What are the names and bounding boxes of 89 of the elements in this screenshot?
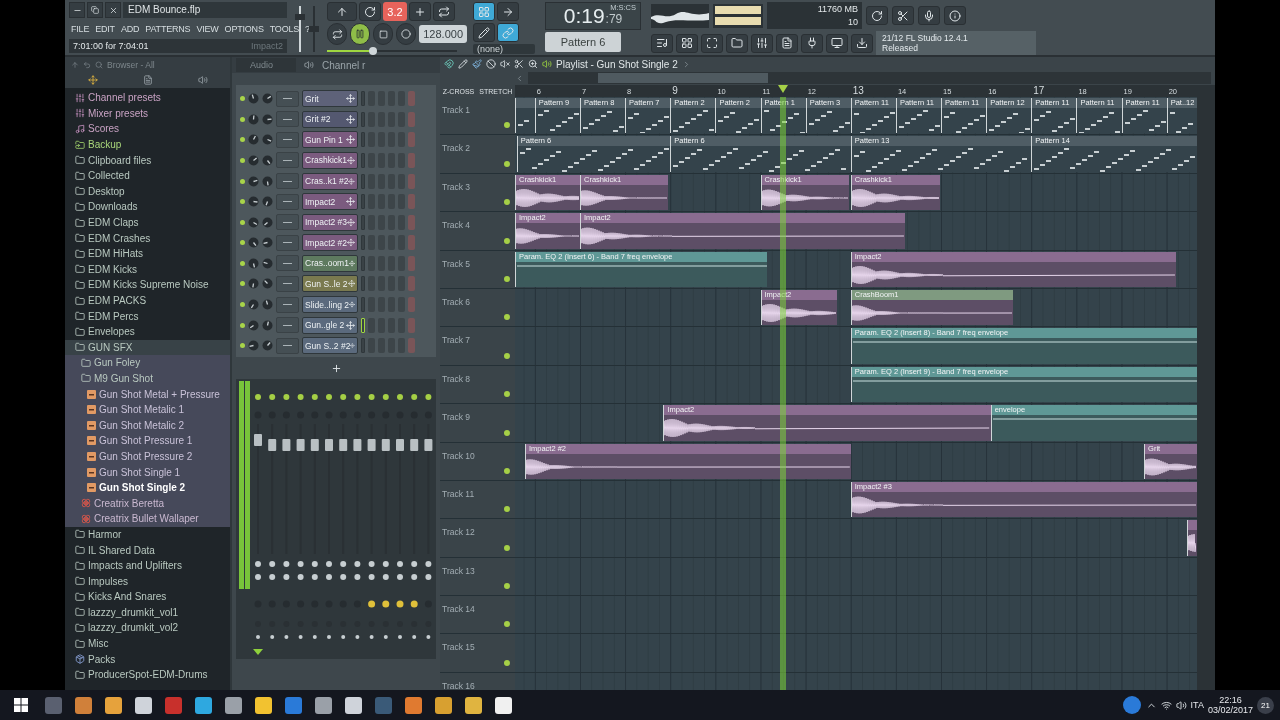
track-name[interactable]: Track 15 — [442, 642, 475, 653]
playlist-title: Playlist - Gun Shot Single 2 — [556, 58, 678, 70]
pattern-selector[interactable]: Pattern 6 — [545, 32, 621, 52]
browser-item[interactable]: Collected — [65, 167, 230, 184]
track-name[interactable]: Track 5 — [442, 258, 471, 269]
browser-item[interactable]: Channel presets — [65, 90, 230, 106]
browser-item[interactable]: Backup — [65, 136, 230, 153]
channel-rack-title: Channel r — [322, 59, 366, 71]
browser-item[interactable]: lazzzy_drumkit_vol1 — [65, 604, 230, 621]
step-button[interactable]: 3.2 — [383, 2, 407, 21]
channel-button[interactable]: Impact2 #3 — [302, 213, 358, 231]
clock-date: 03/02/2017 — [1207, 705, 1253, 715]
browser-item[interactable]: GUN SFX — [65, 339, 230, 356]
track-name[interactable]: Track 9 — [442, 412, 471, 423]
track-name[interactable]: Track 7 — [442, 335, 471, 346]
clock-time: 22:16 — [1219, 695, 1242, 705]
browser-item[interactable]: Creatrix Bullet Wallaper — [65, 511, 230, 527]
browser-item[interactable]: IL Shared Data — [65, 542, 230, 558]
browser-item[interactable]: Gun Shot Metal + Pressure — [65, 386, 230, 402]
browser-item[interactable]: Clipboard files — [65, 152, 230, 168]
browser-item[interactable]: Misc — [65, 635, 230, 652]
hint-channel: Impact2 — [251, 41, 283, 51]
browser-item[interactable]: Gun Foley — [65, 355, 230, 371]
track-name[interactable]: Track 10 — [442, 450, 475, 461]
browser-item[interactable]: EDM PACKS — [65, 292, 230, 309]
browser-item[interactable]: Downloads — [65, 199, 230, 215]
track-name[interactable]: Track 11 — [442, 488, 475, 499]
browser-item[interactable]: EDM Kicks — [65, 261, 230, 278]
bar-number: 13 — [852, 85, 864, 96]
channel-button[interactable]: Grit #2 — [302, 110, 358, 128]
track-name[interactable]: Track 13 — [442, 565, 475, 576]
browser-item[interactable]: Kicks And Snares — [65, 589, 230, 605]
window-title: EDM Bounce.flp — [123, 2, 287, 18]
channel-button[interactable]: Impact2 — [302, 193, 358, 211]
browser-item[interactable]: EDM Claps — [65, 214, 230, 231]
menu-item[interactable]: PATTERNS — [143, 20, 193, 37]
tempo-field[interactable]: 128.000 — [419, 25, 467, 43]
track-name[interactable]: Track 1 — [442, 105, 471, 115]
bar-number: 9 — [672, 85, 678, 96]
channel-button[interactable]: Grit — [302, 90, 358, 108]
browser-item[interactable]: Gun Shot Pressure 1 — [65, 433, 230, 449]
browser-item[interactable]: EDM Percs — [65, 308, 230, 324]
track-name[interactable]: Track 3 — [442, 181, 471, 192]
bar-number: 17 — [1033, 85, 1045, 96]
menu-item[interactable]: VIEW — [194, 20, 221, 37]
track-name[interactable]: Track 2 — [442, 143, 471, 154]
notification-badge[interactable]: 21 — [1257, 696, 1274, 714]
channel-button[interactable]: Cras..oom1 — [302, 254, 358, 272]
browser-item[interactable]: Gun Shot Metalic 2 — [65, 417, 230, 434]
browser-item[interactable]: Harmor — [65, 526, 230, 543]
snap-selector[interactable]: (none) — [473, 44, 535, 54]
channel-button[interactable]: Crashkick1 — [302, 151, 358, 169]
browser-item[interactable]: Impacts and Uplifters — [65, 557, 230, 574]
channel-button[interactable]: Cras..k1 #2 — [302, 172, 358, 190]
channel-button[interactable]: Gun Pin 1 — [302, 131, 358, 149]
browser-item[interactable]: lazzzy_drumkit_vol2 — [65, 620, 230, 636]
news-panel[interactable]: 21/12 FL Studio 12.4.1 Released — [876, 31, 1036, 55]
group-selector[interactable]: Audio — [236, 58, 296, 72]
track-name[interactable]: Track 4 — [442, 220, 471, 231]
menu-item[interactable]: TOOLS — [267, 20, 302, 37]
menu-item[interactable]: ADD — [118, 20, 142, 37]
browser-item[interactable]: EDM Crashes — [65, 230, 230, 246]
menu-item[interactable]: EDIT — [93, 20, 117, 37]
track-name[interactable]: Track 8 — [442, 373, 471, 384]
browser-title: Browser - All — [107, 59, 155, 70]
menu-item[interactable]: OPTIONS — [222, 20, 266, 37]
track-name[interactable]: Track 6 — [442, 296, 471, 307]
channel-button[interactable]: Gun..gle 2 — [302, 316, 358, 334]
browser-item[interactable]: EDM HiHats — [65, 245, 230, 262]
channel-button[interactable]: Gun S..2 #2 — [302, 337, 358, 355]
track-name[interactable]: Track 12 — [442, 527, 475, 538]
browser-item[interactable]: Scores — [65, 121, 230, 137]
hint-text: 7:01:00 for 7:04:01 — [73, 41, 149, 51]
browser-item[interactable]: Mixer presets — [65, 105, 230, 122]
menu-item[interactable]: FILE — [69, 20, 92, 37]
cpu-panel: 11760 MB 10 — [767, 2, 862, 29]
browser-item[interactable]: Impulses — [65, 573, 230, 589]
browser-item[interactable]: Envelopes — [65, 323, 230, 340]
channel-button[interactable]: Slide..ling 2 — [302, 296, 358, 314]
browser-item[interactable]: EDM Kicks Supreme Noise — [65, 277, 230, 293]
browser-item[interactable]: Packs — [65, 651, 230, 667]
browser-item[interactable]: Creatrix Beretta — [65, 495, 230, 512]
channel-button[interactable]: Gun S..le 2 — [302, 275, 358, 293]
browser-item[interactable]: ProducerSpot-EDM-Drums — [65, 666, 230, 683]
browser-item[interactable]: Desktop — [65, 183, 230, 200]
track-name[interactable]: Track 14 — [442, 604, 475, 615]
channel-button[interactable]: Impact2 #2 — [302, 234, 358, 252]
language-indicator[interactable]: ITA — [1190, 700, 1204, 710]
browser-item[interactable]: Gun Shot Single 1 — [65, 464, 230, 480]
